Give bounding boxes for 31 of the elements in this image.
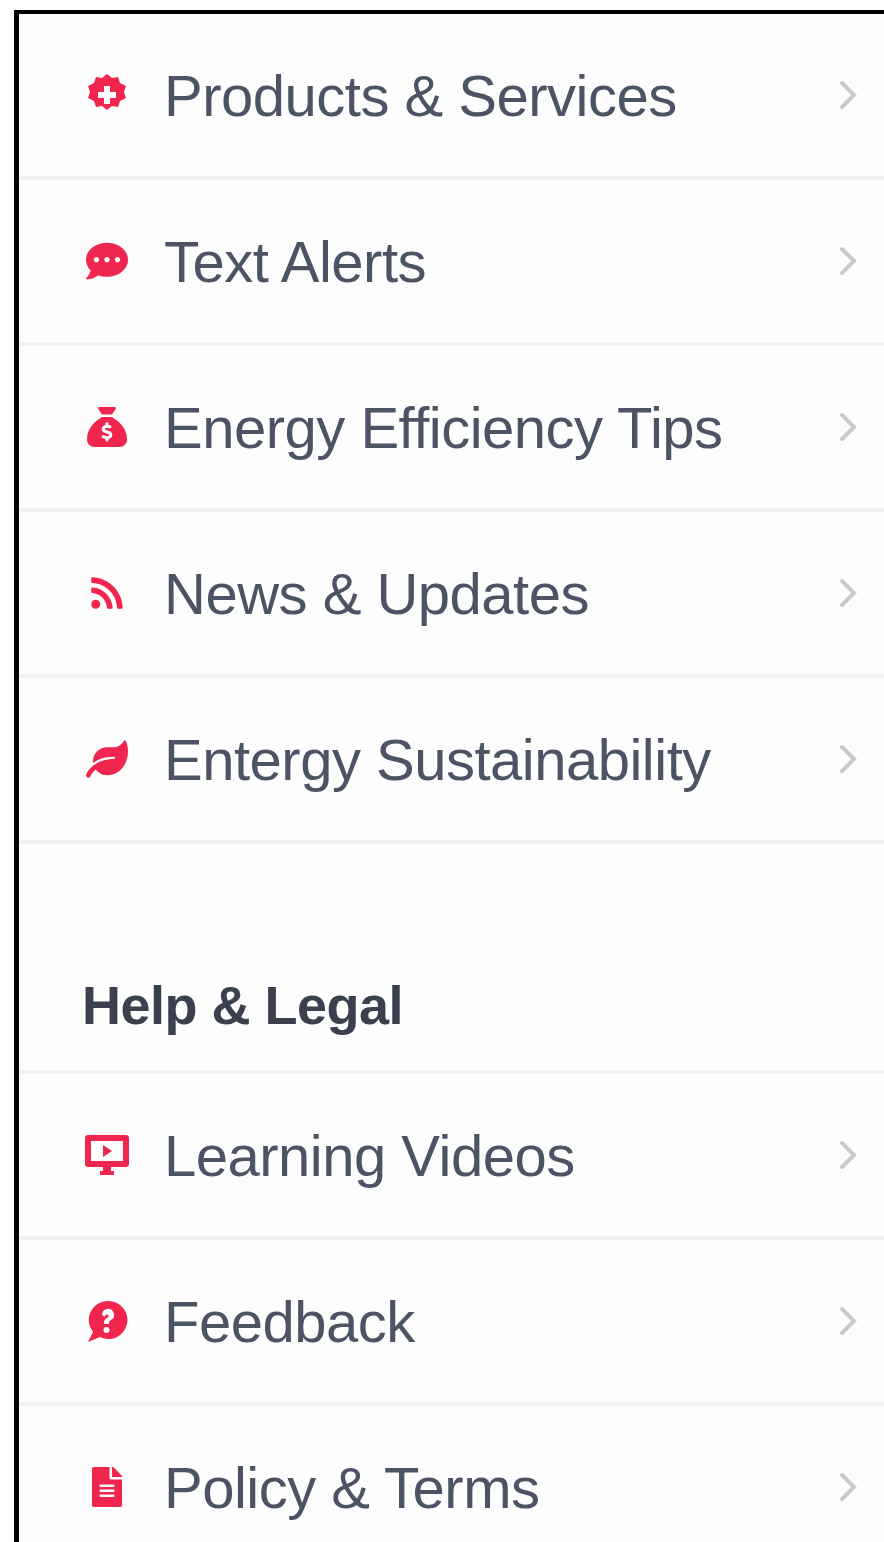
chevron-right-icon	[838, 743, 858, 775]
rss-icon	[89, 575, 125, 611]
section-heading: Help & Legal	[82, 974, 404, 1036]
chevron-right-icon	[838, 577, 858, 609]
menu-item[interactable]: Text Alerts	[19, 180, 884, 346]
menu-item-label: Policy & Terms	[164, 1453, 541, 1521]
menu-item-label: Text Alerts	[164, 227, 428, 295]
chevron-right-icon	[838, 1305, 858, 1337]
chevron-right-icon	[838, 411, 858, 443]
chevron-right-icon	[838, 79, 858, 111]
menu-item-label: Entergy Sustainability	[164, 725, 712, 793]
menu-item-label: News & Updates	[164, 559, 590, 627]
chevron-right-icon	[838, 1471, 858, 1503]
menu-item-label: Learning Videos	[164, 1121, 576, 1189]
menu-item[interactable]: News & Updates	[19, 512, 884, 678]
menu-item-label: Energy Efficiency Tips	[164, 393, 724, 461]
monitor-play-icon	[84, 1133, 130, 1177]
menu-item-label: Feedback	[164, 1287, 416, 1355]
menu-item[interactable]: Policy & Terms	[19, 1406, 884, 1542]
menu-item[interactable]: Products & Services	[19, 14, 884, 180]
menu-item[interactable]: Energy Efficiency Tips	[19, 346, 884, 512]
menu-item-label: Products & Services	[164, 61, 678, 129]
menu-item[interactable]: Entergy Sustainability	[19, 678, 884, 844]
menu-item[interactable]: Feedback	[19, 1240, 884, 1406]
chat-bubble-icon	[86, 240, 128, 282]
question-bubble-icon	[86, 1299, 128, 1343]
chevron-right-icon	[838, 245, 858, 277]
leaf-icon	[86, 738, 128, 780]
menu-item[interactable]: Learning Videos	[19, 1074, 884, 1240]
money-bag-icon	[87, 407, 127, 447]
chevron-right-icon	[838, 1139, 858, 1171]
